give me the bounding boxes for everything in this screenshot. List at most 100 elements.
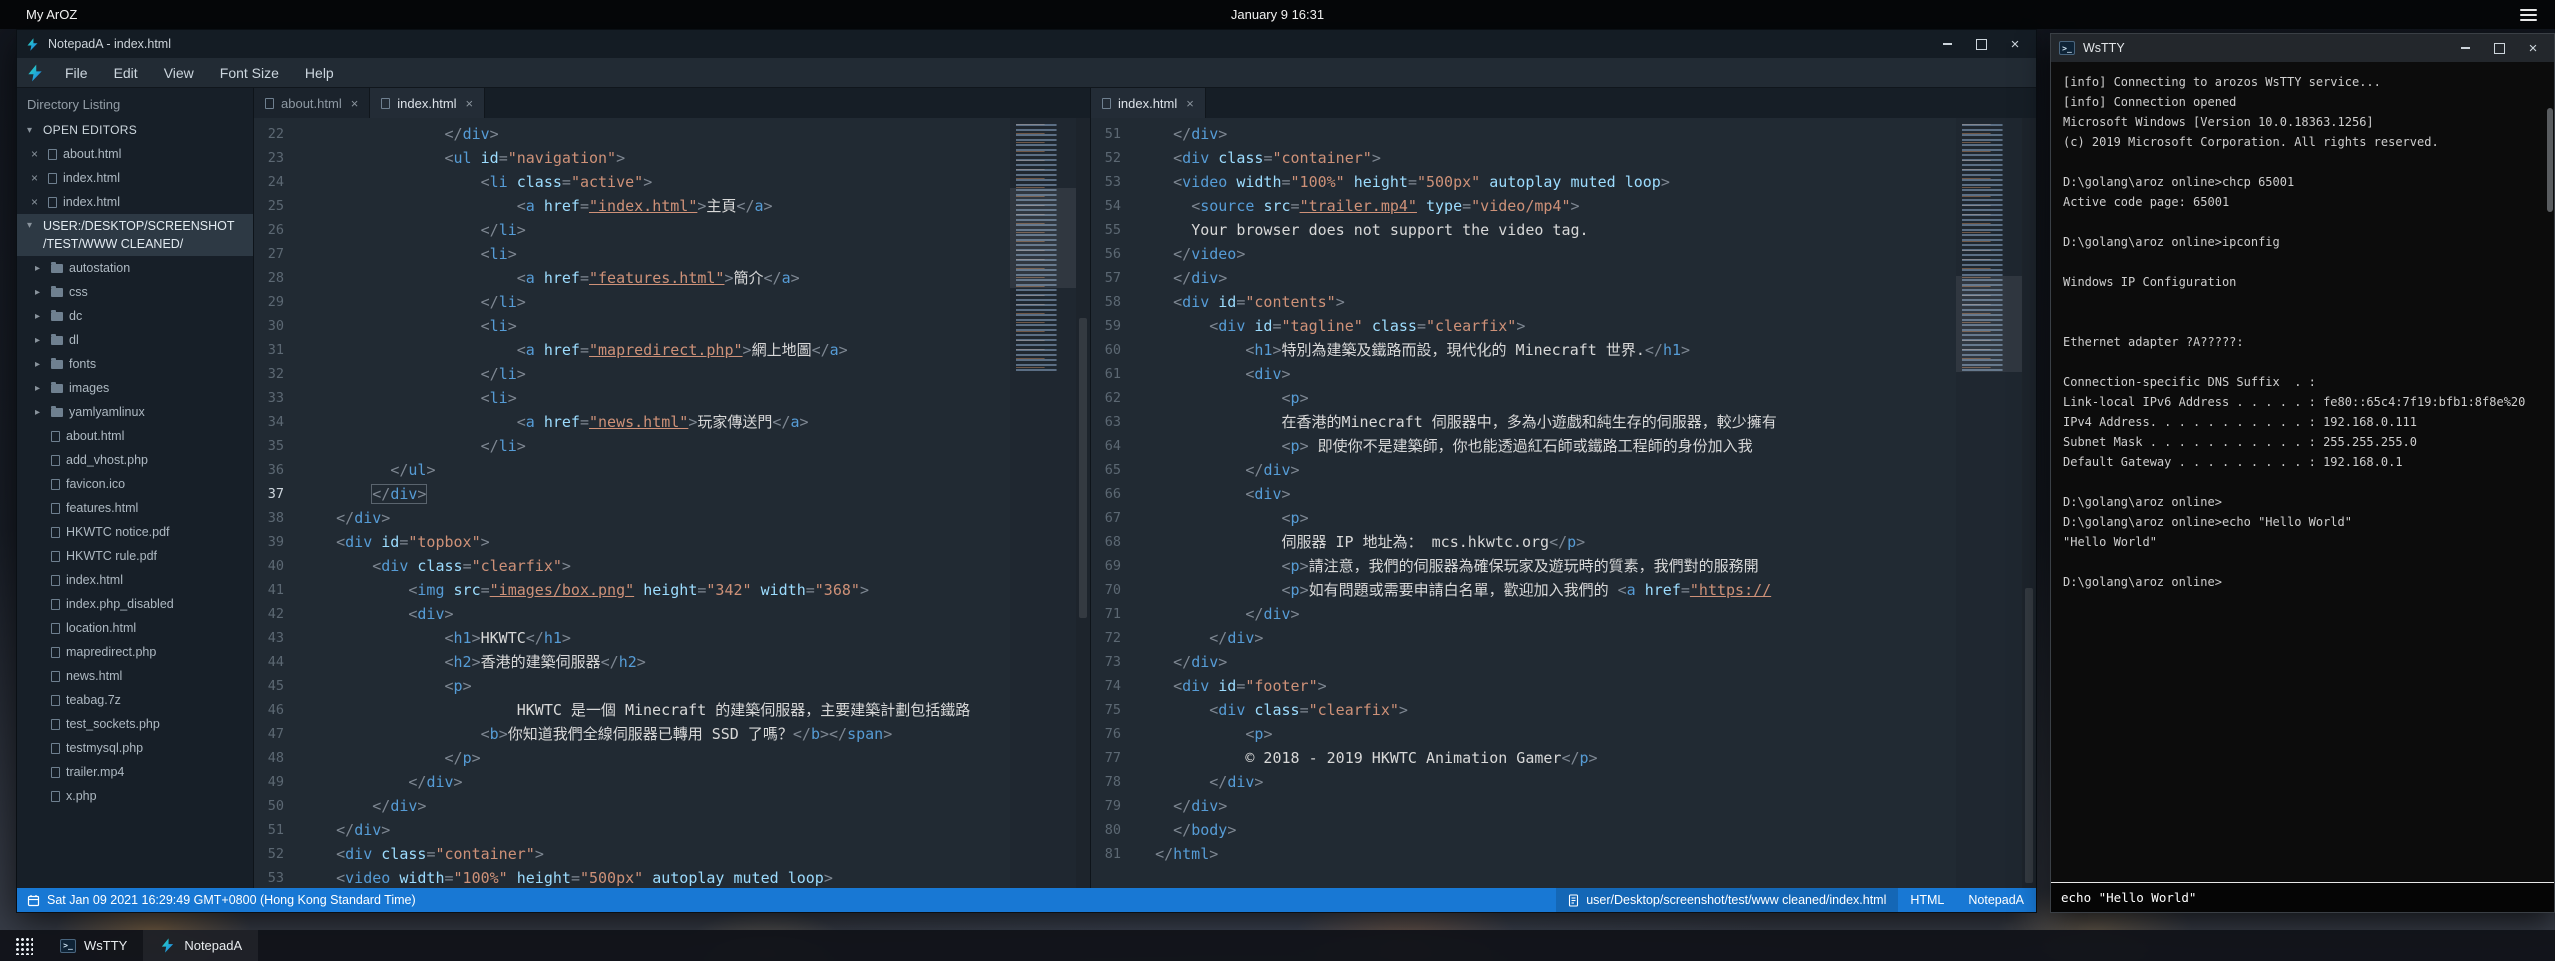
tree-file[interactable]: news.html [17,664,253,688]
code-line[interactable]: 71 </div> [1091,602,1956,626]
code-line[interactable]: 61 <div> [1091,362,1956,386]
tree-file[interactable]: index.html [17,568,253,592]
code-line[interactable]: 78 </div> [1091,770,1956,794]
code-line[interactable]: 40 <div class="clearfix"> [254,554,1010,578]
code-line[interactable]: 53 <video width="100%" height="500px" au… [254,866,1010,888]
code-line[interactable]: 45 <p> [254,674,1010,698]
close-icon[interactable]: × [351,96,359,111]
code-editor[interactable]: 22 </div>23 <ul id="navigation">24 <li c… [254,118,1090,888]
close-icon[interactable]: × [1186,96,1194,111]
code-line[interactable]: 55 Your browser does not support the vid… [1091,218,1956,242]
open-editor-item[interactable]: ×index.html [17,166,253,190]
minimize-icon[interactable] [1934,30,1960,58]
code-line[interactable]: 27 <li> [254,242,1010,266]
code-line[interactable]: 68 伺服器 IP 地址為： mcs.hkwtc.org</p> [1091,530,1956,554]
code-line[interactable]: 42 <div> [254,602,1010,626]
code-line[interactable]: 54 <source src="trailer.mp4" type="video… [1091,194,1956,218]
tree-folder[interactable]: ▸css [17,280,253,304]
code-line[interactable]: 32 </li> [254,362,1010,386]
vertical-scrollbar[interactable] [1076,118,1090,888]
scrollbar-thumb[interactable] [2025,588,2033,883]
tree-folder[interactable]: ▸autostation [17,256,253,280]
menu-help[interactable]: Help [293,58,346,87]
code-line[interactable]: 60 <h1>特別為建築及鐵路而設，現代化的 Minecraft 世界.</h1… [1091,338,1956,362]
minimap-viewport[interactable] [1010,188,1076,288]
code-line[interactable]: 38 </div> [254,506,1010,530]
code-line[interactable]: 74 <div id="footer"> [1091,674,1956,698]
code-line[interactable]: 72 </div> [1091,626,1956,650]
tree-file[interactable]: HKWTC notice.pdf [17,520,253,544]
code-line[interactable]: 58 <div id="contents"> [1091,290,1956,314]
wstty-titlebar[interactable]: >_ WsTTY × [2051,34,2554,62]
code-line[interactable]: 52 <div class="container"> [254,842,1010,866]
code-line[interactable]: 43 <h1>HKWTC</h1> [254,626,1010,650]
minimap-viewport[interactable] [1956,276,2022,372]
scrollbar-thumb[interactable] [2547,108,2553,212]
code-line[interactable]: 44 <h2>香港的建築伺服器</h2> [254,650,1010,674]
tree-file[interactable]: HKWTC rule.pdf [17,544,253,568]
scrollbar-thumb[interactable] [1079,318,1087,618]
code-line[interactable]: 57 </div> [1091,266,1956,290]
tree-file[interactable]: about.html [17,424,253,448]
code-line[interactable]: 66 <div> [1091,482,1956,506]
code-line[interactable]: 49 </div> [254,770,1010,794]
tree-file[interactable]: testmysql.php [17,736,253,760]
code-line[interactable]: 53 <video width="100%" height="500px" au… [1091,170,1956,194]
minimap[interactable] [1010,118,1076,888]
code-line[interactable]: 46 HKWTC 是一個 Minecraft 的建築伺服器，主要建築計劃包括鐵路 [254,698,1010,722]
tree-file[interactable]: favicon.ico [17,472,253,496]
tree-folder[interactable]: ▸dc [17,304,253,328]
code-line[interactable]: 28 <a href="features.html">簡介</a> [254,266,1010,290]
tree-file[interactable]: test_sockets.php [17,712,253,736]
code-line[interactable]: 56 </video> [1091,242,1956,266]
close-icon[interactable]: × [466,96,474,111]
code-line[interactable]: 33 <li> [254,386,1010,410]
code-line[interactable]: 52 <div class="container"> [1091,146,1956,170]
system-menu-title[interactable]: My ArOZ [26,7,77,22]
close-icon[interactable]: × [31,195,42,209]
tree-folder[interactable]: ▸dl [17,328,253,352]
code-line[interactable]: 51 </div> [1091,122,1956,146]
minimap[interactable] [1956,118,2022,888]
menu-file[interactable]: File [53,58,100,87]
tree-file[interactable]: trailer.mp4 [17,760,253,784]
code-line[interactable]: 75 <div class="clearfix"> [1091,698,1956,722]
maximize-icon[interactable] [1968,30,1994,58]
tree-file[interactable]: location.html [17,616,253,640]
status-language[interactable]: HTML [1898,888,1956,912]
close-icon[interactable]: × [2520,34,2546,62]
editor-tab[interactable]: index.html× [370,88,485,118]
hamburger-menu-icon[interactable] [2520,9,2537,21]
notepad-titlebar[interactable]: NotepadA - index.html × [17,30,2036,58]
code-line[interactable]: 31 <a href="mapredirect.php">網上地圖</a> [254,338,1010,362]
tree-root-folder[interactable]: ▾ USER:/DESKTOP/SCREENSHOT /TEST/WWW CLE… [17,214,253,256]
status-file-path[interactable]: user/Desktop/screenshot/test/www cleaned… [1556,888,1898,912]
menu-font-size[interactable]: Font Size [208,58,291,87]
open-editor-item[interactable]: ×index.html [17,190,253,214]
close-icon[interactable]: × [31,147,42,161]
code-line[interactable]: 76 <p> [1091,722,1956,746]
tree-file[interactable]: x.php [17,784,253,808]
code-line[interactable]: 35 </li> [254,434,1010,458]
code-line[interactable]: 62 <p> [1091,386,1956,410]
editor-tab[interactable]: index.html× [1091,88,1206,118]
tree-file[interactable]: features.html [17,496,253,520]
minimize-icon[interactable] [2452,34,2478,62]
code-line[interactable]: 80 </body> [1091,818,1956,842]
code-line[interactable]: 23 <ul id="navigation"> [254,146,1010,170]
status-app-name[interactable]: NotepadA [1956,888,2036,912]
tree-file[interactable]: add_vhost.php [17,448,253,472]
code-line[interactable]: 59 <div id="tagline" class="clearfix"> [1091,314,1956,338]
terminal-input[interactable]: echo "Hello World" [2051,882,2554,912]
code-line[interactable]: 39 <div id="topbox"> [254,530,1010,554]
code-line[interactable]: 29 </li> [254,290,1010,314]
code-line[interactable]: 25 <a href="index.html">主頁</a> [254,194,1010,218]
code-line[interactable]: 70 <p>如有問題或需要申請白名單，歡迎加入我們的 <a href="http… [1091,578,1956,602]
code-line[interactable]: 51 </div> [254,818,1010,842]
code-line[interactable]: 64 <p> 即使你不是建築師，你也能透過紅石師或鐵路工程師的身份加入我 [1091,434,1956,458]
tree-folder[interactable]: ▸images [17,376,253,400]
code-line[interactable]: 69 <p>請注意，我們的伺服器為確保玩家及遊玩時的質素，我們對的服務開 [1091,554,1956,578]
tree-file[interactable]: teabag.7z [17,688,253,712]
code-line[interactable]: 65 </div> [1091,458,1956,482]
taskbar-item-wstty[interactable]: >_ WsTTY [44,930,143,961]
